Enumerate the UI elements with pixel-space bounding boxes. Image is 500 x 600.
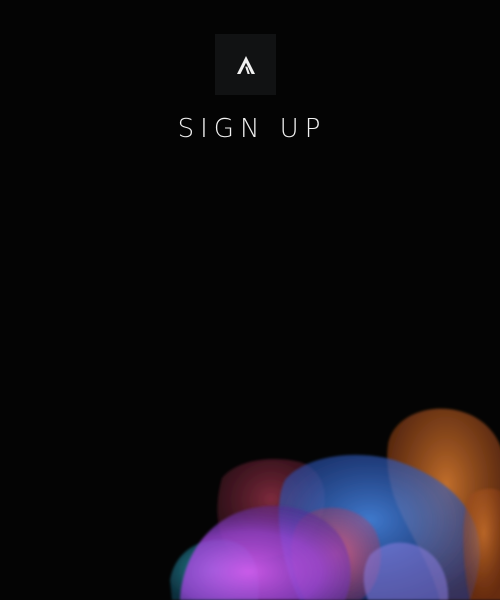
signup-screen: SIGN UP: [0, 0, 500, 600]
page-title: SIGN UP: [177, 114, 327, 144]
triangle-a-logo-icon: [236, 55, 255, 74]
app-logo: [215, 34, 276, 95]
